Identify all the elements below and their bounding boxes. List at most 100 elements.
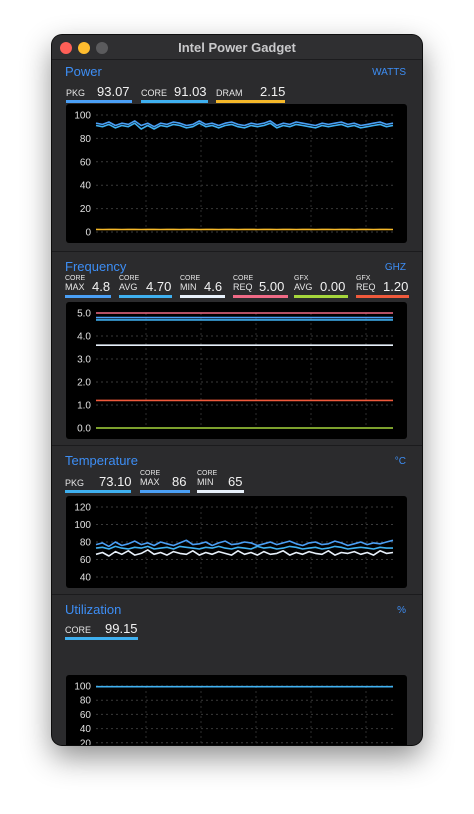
series-line: [95, 545, 393, 550]
metric-label-top: CORE: [65, 275, 86, 282]
y-tick-label: 100: [74, 520, 91, 531]
unit-label: %: [397, 605, 406, 616]
metric-label: CORE REQ: [233, 275, 253, 293]
metric-label: PKG: [65, 478, 85, 488]
unit-label: °C: [394, 456, 406, 467]
metric-label-top: CORE: [140, 470, 161, 477]
metric-label: CORE MIN: [180, 275, 200, 293]
metric-color-bar: [294, 295, 348, 298]
metric-value: 99.15: [105, 621, 138, 636]
metric-label: CORE MIN: [197, 470, 217, 488]
metric-core-req: CORE REQ 5.00: [233, 274, 288, 298]
metric-value: 86: [172, 474, 187, 489]
metric-value: 65: [228, 474, 243, 489]
metric-core: CORE 99.15: [65, 616, 138, 640]
metric-label-top: CORE: [180, 275, 201, 282]
y-tick-label: 1.0: [77, 401, 91, 412]
metric-label-top: CORE: [233, 275, 254, 282]
metric-core-avg: CORE AVG 4.70: [119, 274, 172, 298]
y-tick-label: 3.0: [77, 355, 91, 366]
title-bar[interactable]: Intel Power Gadget: [52, 35, 422, 60]
metric-label: GFX REQ: [356, 275, 376, 293]
metric-label: CORE: [141, 88, 168, 98]
y-tick-label: 60: [80, 710, 92, 721]
section-title: Utilization: [65, 602, 122, 617]
metric-label-top: GFX: [356, 275, 371, 282]
app-window: Intel Power Gadget Power WATTS PKG 93.07…: [52, 35, 422, 745]
metric-pkg: PKG 73.10: [65, 469, 132, 493]
metric-label-bottom: MAX: [65, 282, 85, 292]
unit-label: WATTS: [372, 67, 406, 78]
metric-label-bottom: REQ: [233, 282, 253, 292]
y-tick-label: 4.0: [77, 332, 91, 343]
metric-value: 5.00: [259, 279, 285, 294]
metric-dram: DRAM 2.15: [216, 79, 285, 103]
metric-label-bottom: MIN: [180, 282, 197, 292]
metric-value: 0.00: [320, 279, 346, 294]
metric-label-top: CORE: [119, 275, 140, 282]
power-section: Power WATTS PKG 93.07 CORE 91.03 DRAM 2.…: [52, 59, 422, 251]
metric-color-bar: [65, 490, 131, 493]
frequency-chart: 5.0 4.0 3.0 2.0 1.0 0.0: [66, 302, 407, 439]
metric-label: CORE: [65, 625, 92, 635]
metric-label: PKG: [66, 88, 86, 98]
series-line: [95, 539, 394, 548]
metric-label-bottom: AVG: [294, 282, 313, 292]
metric-color-bar: [180, 295, 225, 298]
y-tick-label: 40: [80, 724, 92, 735]
y-tick-label: 20: [80, 204, 92, 215]
y-tick-label: 100: [74, 682, 91, 693]
metric-color-bar: [65, 295, 111, 298]
y-tick-label: 20: [80, 738, 92, 745]
metric-label-bottom: REQ: [356, 282, 376, 292]
metric-label: GFX AVG: [294, 275, 312, 293]
metric-color-bar: [65, 637, 138, 640]
metric-label: DRAM: [216, 88, 243, 98]
frequency-section: Frequency GHZ CORE MAX 4.8 CORE AVG 4.70 C…: [52, 252, 422, 445]
metric-value: 73.10: [99, 474, 132, 489]
series-line: [95, 549, 394, 557]
temperature-chart-svg: 120 100 80 60 40: [74, 503, 394, 584]
metric-core-min: CORE MIN 65: [197, 469, 244, 493]
metric-label-bottom: MIN: [197, 477, 214, 487]
unit-label: GHZ: [384, 262, 406, 273]
utilization-section: Utilization % CORE 99.15 100806040200: [52, 595, 422, 745]
window-title: Intel Power Gadget: [178, 40, 296, 55]
metric-core-max: CORE MAX 86: [140, 469, 190, 493]
metric-color-bar: [197, 490, 244, 493]
y-tick-label: 5.0: [77, 309, 91, 320]
metric-label-top: GFX: [294, 275, 309, 282]
y-tick-label: 60: [80, 555, 92, 566]
power-chart-svg: 100 80 60 40 20 0: [74, 111, 394, 239]
utilization-chart-svg: 100806040200: [74, 682, 393, 745]
section-title: Power: [65, 64, 102, 79]
metric-label: CORE MAX: [140, 470, 160, 488]
metric-core-min: CORE MIN 4.6: [180, 274, 225, 298]
metric-label-top: CORE: [197, 470, 218, 477]
power-chart: 100 80 60 40 20 0: [66, 104, 407, 243]
metric-label-bottom: AVG: [119, 282, 138, 292]
metric-label-bottom: MAX: [140, 477, 160, 487]
frequency-chart-svg: 5.0 4.0 3.0 2.0 1.0 0.0: [77, 309, 393, 435]
temperature-section: Temperature °C PKG 73.10 CORE MAX 86 CORE…: [52, 446, 422, 594]
metric-value: 1.20: [383, 279, 409, 294]
metric-label: CORE MAX: [65, 275, 85, 293]
y-tick-label: 0.0: [77, 424, 91, 435]
utilization-chart: 100806040200: [66, 675, 407, 745]
metric-pkg: PKG 93.07: [66, 79, 132, 103]
section-title: Frequency: [65, 259, 127, 274]
metric-value: 4.6: [204, 279, 223, 294]
y-tick-label: 40: [80, 573, 92, 584]
metric-label: CORE AVG: [119, 275, 139, 293]
metric-gfx-req: GFX REQ 1.20: [356, 274, 409, 298]
y-tick-label: 100: [74, 111, 91, 122]
temperature-chart: 120 100 80 60 40: [66, 496, 407, 588]
metric-value: 4.70: [146, 279, 172, 294]
metric-color-bar: [119, 295, 172, 298]
y-tick-label: 80: [80, 696, 92, 707]
metric-value: 91.03: [174, 84, 207, 99]
metric-color-bar: [141, 100, 208, 103]
metric-color-bar: [216, 100, 285, 103]
metric-value: 2.15: [260, 84, 286, 99]
section-title: Temperature: [65, 453, 138, 468]
